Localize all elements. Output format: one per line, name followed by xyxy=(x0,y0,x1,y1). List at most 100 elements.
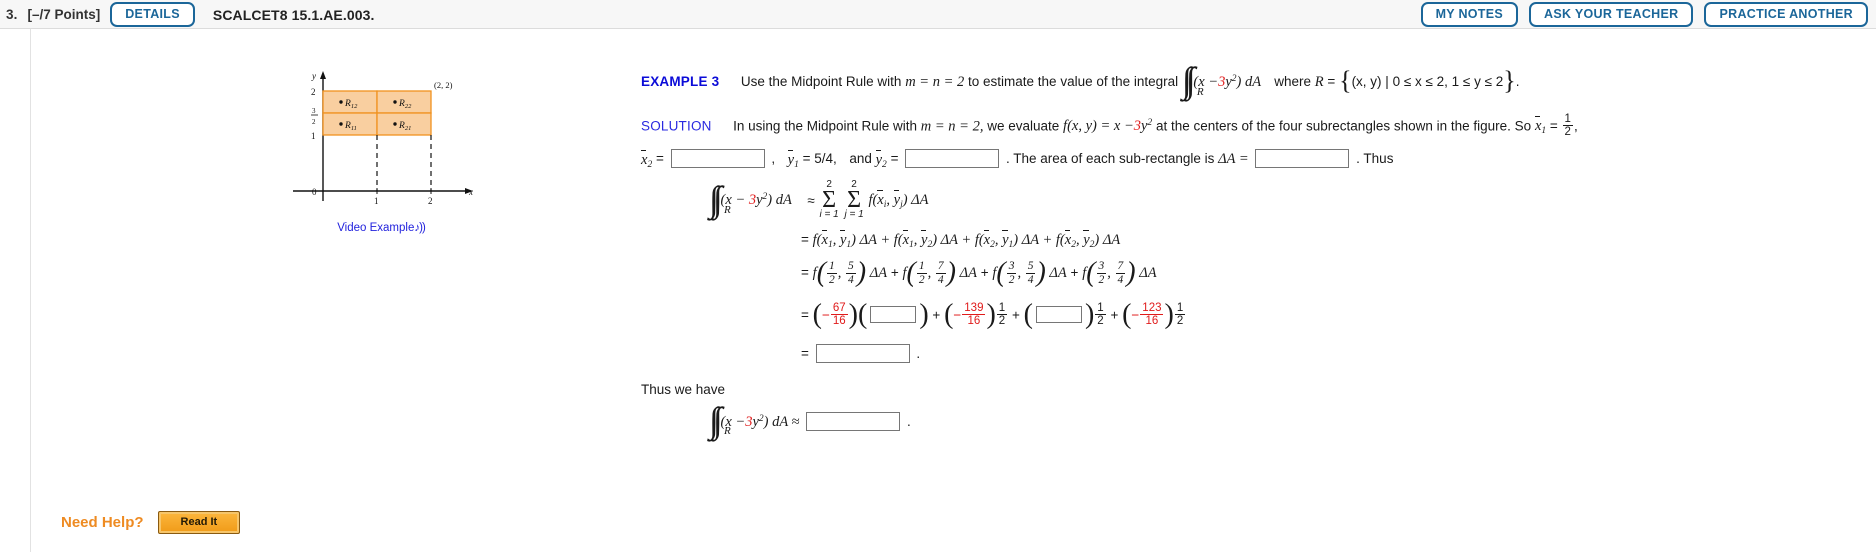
x1-value-fraction: 12 xyxy=(1562,112,1573,139)
equation-result-input[interactable] xyxy=(815,343,910,363)
integral-region-sub: R xyxy=(1196,85,1204,98)
eq3-term-4: f(3 2, 7 4) ΔA xyxy=(1082,256,1157,288)
eq3-term-3: f(3 2, 5 4) ΔA xyxy=(992,256,1067,288)
y2-value-input[interactable] xyxy=(905,149,1000,169)
x1-value-numerator: 1 xyxy=(1564,112,1571,125)
eq4-paren-close-1b: ) xyxy=(919,298,929,330)
solution-line-1: SOLUTION In using the Midpoint Rule with… xyxy=(641,112,1578,139)
y1-value-text: = 5/4, xyxy=(802,151,837,167)
question-number: 3. xyxy=(6,7,18,22)
t4-deltaA: ΔA xyxy=(1139,265,1157,282)
solution-text-a: In using the Midpoint Rule with xyxy=(733,118,918,134)
practice-another-button[interactable]: PRACTICE ANOTHER xyxy=(1704,1,1868,28)
solution-line-2: x2 = , y1 = 5/4, and y2 = . The area of … xyxy=(641,149,1856,170)
fxy-expression: f(x, y) = x − xyxy=(1063,118,1134,135)
equation-line-1: ∫∫ R (x − 3y2) dA ≈ 2 Σ i = 1 2 Σ j = 1 f… xyxy=(641,178,1856,222)
t2-x-num: 1 xyxy=(918,260,925,273)
equation-line-4: = (− 67 16)() + (− 139 16) 1 2 + () 1 2 + (− 123 1… xyxy=(801,298,1186,330)
final-integrand: (x −3y2) dA ≈ xyxy=(721,414,800,430)
delta-A-label: ΔA = xyxy=(1218,151,1249,168)
double-integral-icon-2: ∫∫ R xyxy=(709,178,731,219)
final-answer-period: . xyxy=(907,413,911,429)
details-button[interactable]: DETAILS xyxy=(110,1,195,28)
t3-y-num: 5 xyxy=(1027,260,1034,273)
x2-comma: , xyxy=(771,151,776,167)
y1-bar-symbol: y1 xyxy=(787,149,799,170)
t1-x-num: 1 xyxy=(829,260,835,273)
solution-content: EXAMPLE 3 Use the Midpoint Rule with m =… xyxy=(641,60,1856,438)
question-code: SCALCET8 15.1.AE.003. xyxy=(212,6,375,23)
example-eq: = xyxy=(1327,73,1336,89)
eq1-approx: ≈ xyxy=(807,192,815,208)
video-example-link[interactable]: Video Example♪)) xyxy=(281,222,481,234)
t4-x-den: 2 xyxy=(1096,272,1107,286)
eq4-input-2[interactable] xyxy=(1035,306,1082,324)
eq4-input-1[interactable] xyxy=(870,306,917,324)
svg-text:(2, 2): (2, 2) xyxy=(434,80,453,90)
need-help-label: Need Help? xyxy=(61,514,144,531)
eq4-fraction-2: 139 16 xyxy=(962,302,986,328)
example-where: where xyxy=(1274,73,1312,89)
eq4-paren-close-2: ) xyxy=(986,298,996,330)
solution-label: SOLUTION xyxy=(641,118,712,134)
eq4-half-4: 12 xyxy=(1174,302,1186,328)
svg-text:2: 2 xyxy=(428,196,433,206)
integral-region-sub-2: R xyxy=(724,204,731,216)
final-answer-input[interactable] xyxy=(806,411,901,431)
x1-bar-letter: x xyxy=(1534,116,1542,135)
speaker-icon[interactable]: ♪)) xyxy=(414,222,425,234)
svg-text:1: 1 xyxy=(311,131,316,141)
t2-deltaA: ΔA xyxy=(959,265,977,282)
my-notes-button[interactable]: MY NOTES xyxy=(1420,1,1519,28)
eq4-f2-den: 16 xyxy=(962,314,986,327)
x2-value-input[interactable] xyxy=(670,149,765,169)
eq4-f1-num: 67 xyxy=(832,301,846,314)
example-statement-part2: to estimate the value of the integral xyxy=(968,73,1179,89)
left-brace-icon: { xyxy=(1339,65,1352,95)
solution-text-b: we evaluate xyxy=(987,118,1060,134)
example-integrand: (x −3y2) dA xyxy=(1193,74,1264,90)
x2-subscript: 2 xyxy=(647,159,653,170)
svg-text:1: 1 xyxy=(374,196,379,206)
eq4-half-2: 12 xyxy=(996,302,1008,328)
t1-y-num: 5 xyxy=(848,260,854,273)
delta-A-input[interactable] xyxy=(1255,149,1350,169)
eq4-paren-open-2: ( xyxy=(944,298,954,330)
eq4-paren-open-3: ( xyxy=(1023,298,1033,330)
eq4-fraction-4: 123 16 xyxy=(1140,301,1164,328)
ask-your-teacher-button[interactable]: ASK YOUR TEACHER xyxy=(1529,1,1694,28)
right-brace-icon: } xyxy=(1503,65,1516,95)
svg-text:x: x xyxy=(468,187,473,197)
fxy-coefficient: 3 xyxy=(1133,118,1141,135)
solution-fxy: f(x, y) = x −3y2 xyxy=(1063,118,1152,134)
sigma-glyph-j: Σ xyxy=(847,186,862,213)
eq1-summand: f(xi, yj) ΔA xyxy=(868,190,929,211)
read-it-button[interactable]: Read It xyxy=(157,511,241,534)
y1-bar-letter: y xyxy=(787,149,795,168)
fxy-exponent: 2 xyxy=(1147,118,1153,129)
x1-subscript: 1 xyxy=(1541,126,1547,137)
x2-bar-symbol: x2 xyxy=(641,149,653,170)
equation-result-period: . xyxy=(916,345,921,361)
t3-y-den: 4 xyxy=(1025,272,1036,286)
sigma-glyph-i: Σ xyxy=(822,186,837,213)
equation-line-5: = . xyxy=(641,343,1856,364)
eq4-h3-den: 2 xyxy=(1095,314,1106,328)
question-panel: y x 0 2 1 3 2 1 2 (2, 2) R12 R22 R11 R21… xyxy=(0,29,1876,552)
t2-y-num: 7 xyxy=(937,260,944,273)
eq4-f4-num: 123 xyxy=(1142,301,1162,314)
x1-value-denominator: 2 xyxy=(1562,125,1573,139)
toolbar-right-group: MY NOTES ASK YOUR TEACHER PRACTICE ANOTH… xyxy=(1420,0,1868,29)
example-statement-row: EXAMPLE 3 Use the Midpoint Rule with m =… xyxy=(641,60,1856,100)
double-integral-icon: ∫∫ R xyxy=(1181,60,1204,100)
integral-region-sub-3: R xyxy=(724,425,731,438)
conclusion-text: Thus we have xyxy=(641,382,1856,397)
eq4-paren-close-1: ) xyxy=(848,298,858,330)
x1-comma: , xyxy=(1573,118,1578,134)
eq4-paren-close-3: ) xyxy=(1084,298,1095,330)
t1-y-den: 4 xyxy=(846,272,856,286)
toolbar-left-group: 3. [–/7 Points] DETAILS SCALCET8 15.1.AE… xyxy=(6,0,375,29)
y2-bar-symbol: y2 xyxy=(875,149,887,170)
eq4-f4-den: 16 xyxy=(1140,314,1164,327)
t3-x-num: 3 xyxy=(1008,260,1015,273)
